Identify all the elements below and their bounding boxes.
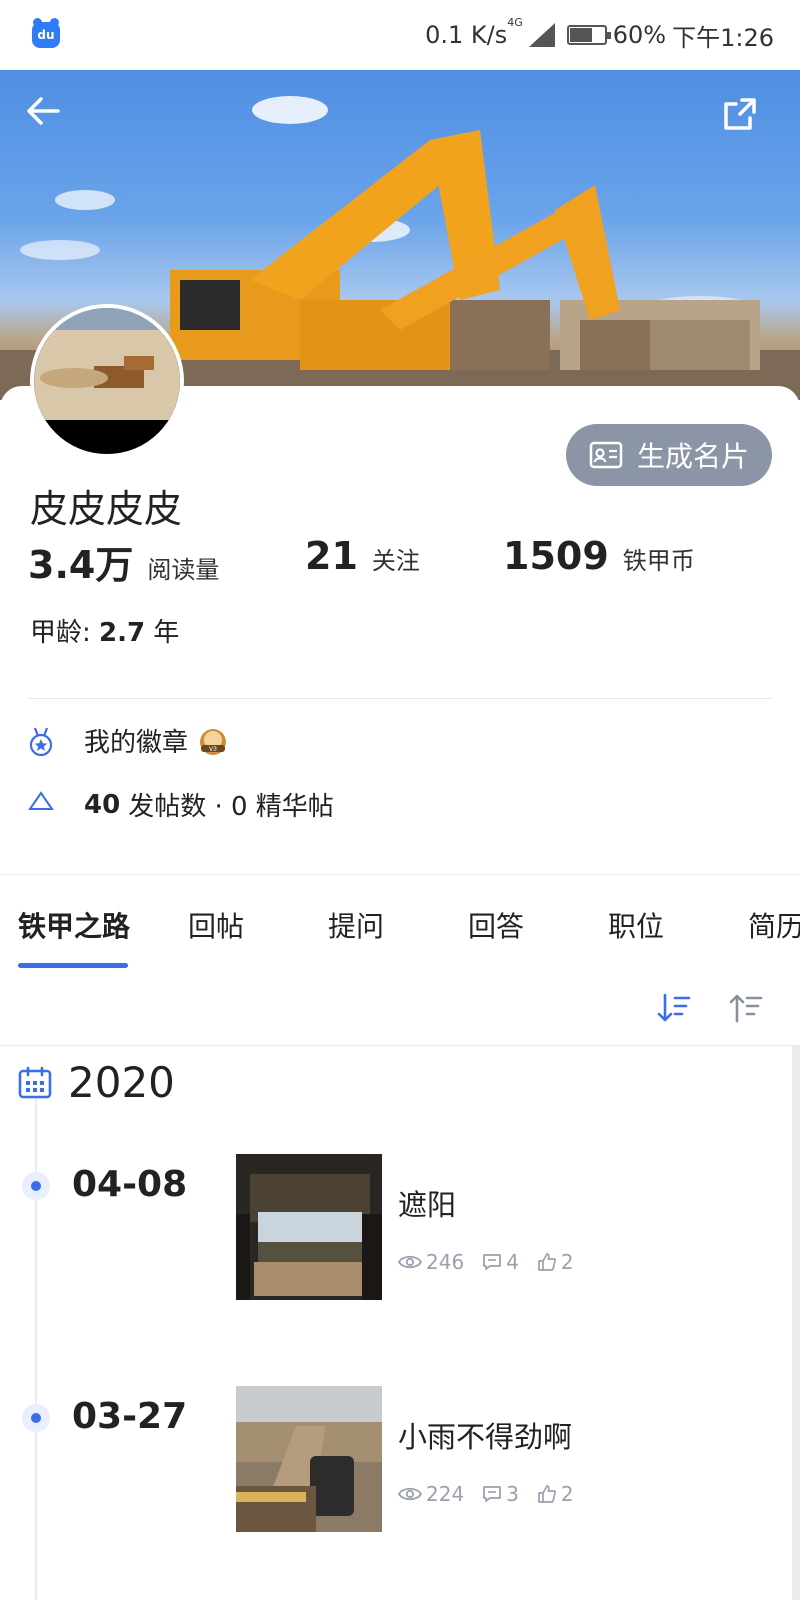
eye-icon <box>398 1487 422 1501</box>
year-label: 2020 <box>68 1058 175 1107</box>
profile-stats: 3.4万 阅读量 21 关注 1509 铁甲币 <box>28 534 788 587</box>
tab-bar: 铁甲之路 回帖 提问 回答 职位 简历 <box>0 874 800 970</box>
svg-text:V3: V3 <box>209 746 217 753</box>
eye-icon <box>398 1255 422 1269</box>
medal-icon <box>29 727 53 756</box>
timeline-entry[interactable]: 03-27 小雨不得劲啊 224 3 2 <box>0 1386 800 1536</box>
clock: 下午1:26 <box>672 23 774 52</box>
stat-coins[interactable]: 1509 铁甲币 <box>503 534 695 578</box>
username: 皮皮皮皮 <box>30 487 183 531</box>
tab-resume[interactable]: 简历 <box>748 905 800 945</box>
post-stats-row: 40 发帖数 · 0 精华帖 <box>28 786 334 823</box>
entry-date: 03-27 <box>72 1396 188 1437</box>
app-notification-icon: du <box>32 18 60 48</box>
generate-card-label: 生成名片 <box>636 440 749 473</box>
thumbs-up-icon <box>538 1485 556 1503</box>
triangle-icon <box>28 790 54 810</box>
net-speed: 0.1 K/s4G <box>425 16 523 49</box>
post-thumbnail[interactable] <box>236 1386 382 1532</box>
stat-following[interactable]: 21 关注 <box>305 534 420 578</box>
my-badges-row[interactable]: 我的徽章 V3 <box>28 722 228 759</box>
rainy-site-image <box>236 1386 382 1532</box>
timeline-entry[interactable]: 04-08 遮阳 246 4 2 <box>0 1154 800 1304</box>
stat-reads[interactable]: 3.4万 阅读量 <box>28 534 219 589</box>
status-bar: du 0.1 K/s4G 60% 下午1:26 <box>0 0 800 70</box>
thumbs-up-icon <box>538 1253 556 1271</box>
tab-jobs[interactable]: 职位 <box>608 905 664 945</box>
battery-icon <box>566 25 611 45</box>
tab-questions[interactable]: 提问 <box>328 905 384 945</box>
post-meta: 224 3 2 <box>398 1482 592 1506</box>
id-card-icon <box>589 441 623 469</box>
avatar-image <box>34 308 180 454</box>
post-meta: 246 4 2 <box>398 1250 592 1274</box>
sort-bar <box>0 970 800 1046</box>
v3-badge-icon: V3 <box>200 728 227 755</box>
comment-icon <box>483 1254 502 1270</box>
sort-descending-icon[interactable] <box>656 990 692 1026</box>
tab-replies[interactable]: 回帖 <box>188 905 244 945</box>
generate-card-button[interactable]: 生成名片 <box>566 424 772 486</box>
cab-view-image <box>236 1154 382 1300</box>
battery-percent: 60% <box>612 21 667 49</box>
tenure: 甲龄: 2.7 年 <box>30 618 180 648</box>
post-thumbnail[interactable] <box>236 1154 382 1300</box>
entry-date: 04-08 <box>72 1164 188 1205</box>
calendar-icon <box>18 1066 52 1098</box>
share-button[interactable] <box>722 96 778 152</box>
arrow-left-icon <box>27 97 60 125</box>
profile-card: 生成名片 皮皮皮皮 3.4万 阅读量 21 关注 1509 铁甲币 甲龄: 2.… <box>0 386 800 876</box>
timeline-dot <box>22 1172 50 1200</box>
avatar[interactable] <box>30 304 184 458</box>
tab-answers[interactable]: 回答 <box>468 905 524 945</box>
active-tab-indicator <box>18 963 128 968</box>
sort-ascending-icon[interactable] <box>728 990 764 1026</box>
signal-icon <box>528 23 555 47</box>
timeline: 2020 04-08 遮阳 246 4 2 03-27 小雨不得劲啊 224 3… <box>0 1046 800 1600</box>
year-header: 2020 <box>18 1058 175 1107</box>
post-title[interactable]: 小雨不得劲啊 <box>398 1414 572 1456</box>
post-title[interactable]: 遮阳 <box>398 1182 456 1224</box>
share-icon <box>724 98 756 130</box>
timeline-dot <box>22 1404 50 1432</box>
tab-iron-road[interactable]: 铁甲之路 <box>18 905 130 945</box>
comment-icon <box>483 1486 502 1502</box>
back-button[interactable] <box>26 96 82 152</box>
divider <box>28 698 772 699</box>
